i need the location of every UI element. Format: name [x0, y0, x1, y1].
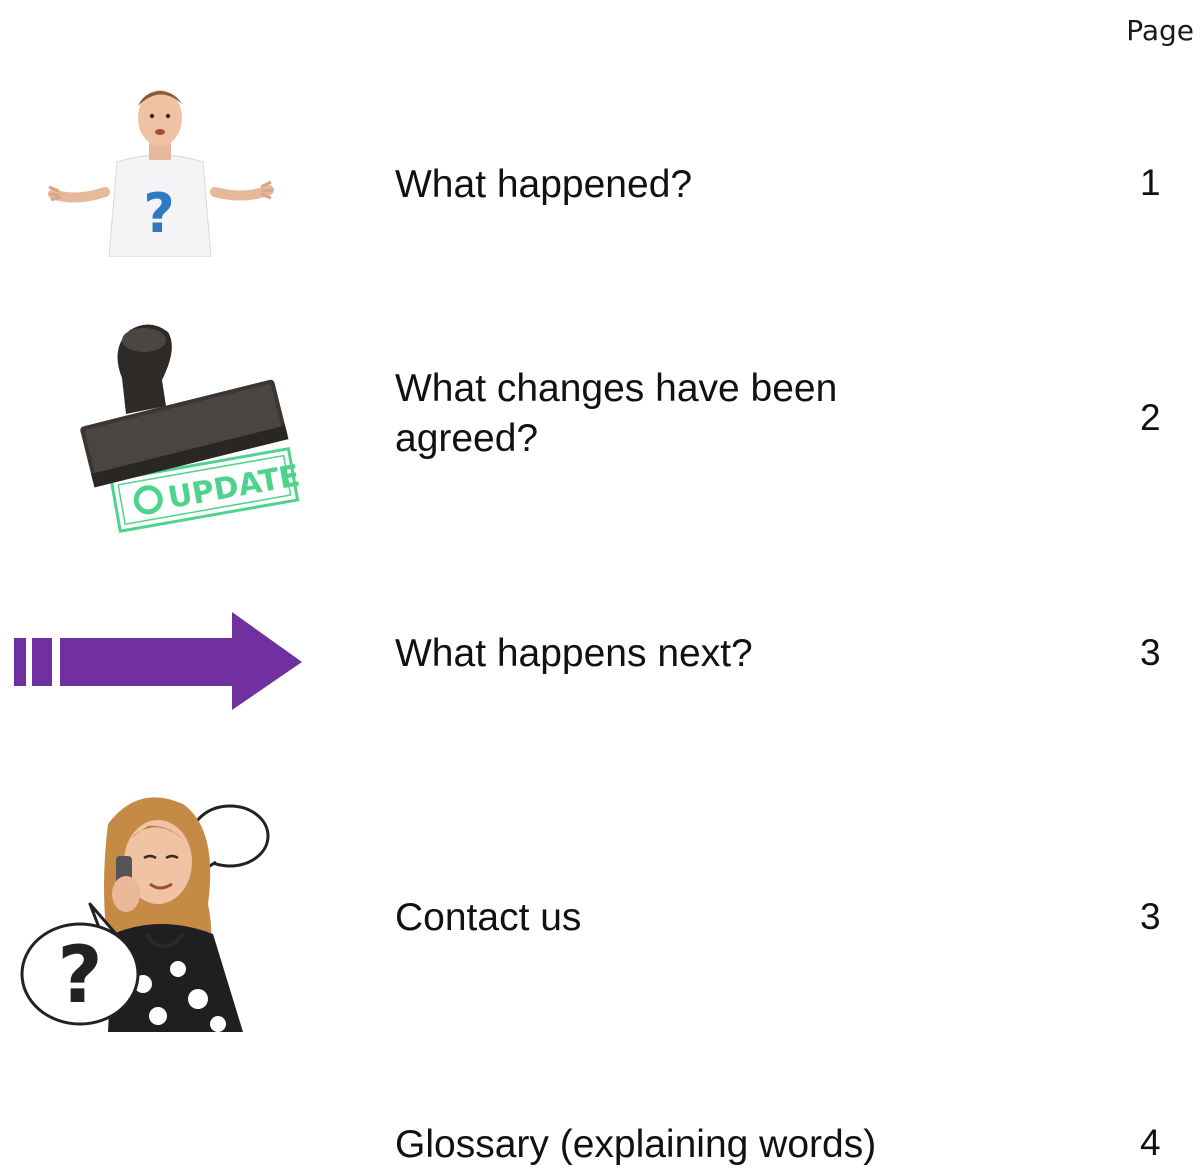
svg-text:?: ? — [143, 182, 174, 245]
woman-phone-speech-bubble-icon: ? — [18, 784, 273, 1032]
update-stamp-icon: UPDATE — [70, 318, 310, 538]
toc-page-number: 1 — [1140, 162, 1161, 203]
toc-page-number: 3 — [1140, 632, 1161, 673]
toc-page-number: 2 — [1140, 397, 1161, 438]
toc-title[interactable]: What changes have been agreed? — [395, 364, 955, 464]
toc-page-number: 3 — [1140, 896, 1161, 937]
toc-title[interactable]: Glossary (explaining words) — [395, 1120, 955, 1170]
page-header-label: Page — [1126, 14, 1194, 47]
toc-title[interactable]: What happened? — [395, 160, 955, 210]
toc-title[interactable]: What happens next? — [395, 629, 955, 679]
confused-man-question-icon: ? — [45, 82, 275, 257]
toc-title[interactable]: Contact us — [395, 893, 955, 943]
next-arrow-icon — [14, 612, 304, 712]
toc-page-number: 4 — [1140, 1122, 1161, 1163]
svg-text:?: ? — [57, 931, 102, 1021]
